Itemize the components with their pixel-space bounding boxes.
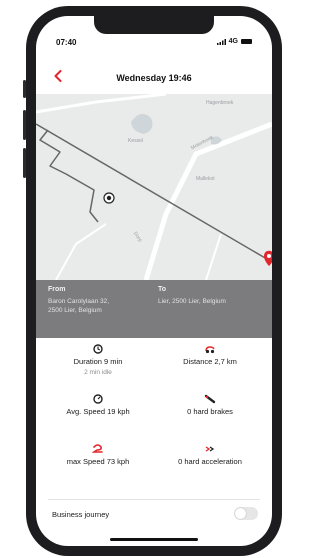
idle-value: 2 min idle bbox=[84, 369, 112, 376]
duration-value: Duration 9 min bbox=[73, 357, 123, 366]
stat-max-speed: max Speed 73 kph bbox=[42, 444, 154, 466]
stat-hard-brakes: 0 hard brakes bbox=[154, 394, 266, 416]
from-address-line2: 2500 Lier, Belgium bbox=[48, 307, 102, 314]
toggle-knob bbox=[235, 508, 246, 519]
phone-screen: 07:40 4G Wednesday 19:46 Hagenbroek Kess… bbox=[36, 16, 272, 546]
distance-value: Distance 2,7 km bbox=[183, 357, 237, 366]
map-canvas bbox=[36, 94, 272, 280]
status-time: 07:40 bbox=[56, 38, 77, 47]
status-bar: 07:40 4G bbox=[36, 16, 272, 47]
brake-icon bbox=[204, 394, 216, 404]
route-panel: From Baron Carolylaan 32, 2500 Lier, Bel… bbox=[36, 280, 272, 338]
divider bbox=[48, 499, 260, 500]
status-indicators: 4G bbox=[216, 38, 252, 45]
from-address-line1: Baron Carolylaan 32, bbox=[48, 298, 110, 305]
to-address: Lier, 2500 Lier, Belgium bbox=[158, 298, 226, 305]
hard-brakes-value: 0 hard brakes bbox=[187, 407, 233, 416]
stat-hard-acceleration: 0 hard acceleration bbox=[154, 444, 266, 466]
nav-bar: Wednesday 19:46 bbox=[36, 70, 272, 90]
trip-map[interactable]: Hagenbroek Kessel Molenhoek Mallekot Dor… bbox=[36, 94, 272, 280]
business-journey-toggle[interactable] bbox=[234, 507, 258, 520]
from-label: From bbox=[48, 286, 66, 293]
stat-distance: Distance 2,7 km bbox=[154, 344, 266, 366]
signal-icon bbox=[216, 38, 226, 45]
phone-frame: 07:40 4G Wednesday 19:46 Hagenbroek Kess… bbox=[26, 6, 282, 556]
speedometer-icon bbox=[93, 394, 103, 404]
home-indicator bbox=[110, 538, 198, 541]
clock-icon bbox=[93, 344, 103, 354]
hard-acceleration-value: 0 hard acceleration bbox=[178, 457, 242, 466]
start-marker bbox=[103, 192, 115, 204]
page-title: Wednesday 19:46 bbox=[116, 73, 192, 83]
max-speed-icon bbox=[92, 444, 103, 453]
map-label: Kessel bbox=[128, 138, 144, 144]
stat-avg-speed: Avg. Speed 19 kph bbox=[42, 394, 154, 416]
car-icon bbox=[205, 346, 215, 354]
acceleration-icon bbox=[205, 446, 215, 452]
to-label: To bbox=[158, 286, 167, 293]
map-pin-icon bbox=[264, 250, 272, 266]
max-speed-value: max Speed 73 kph bbox=[66, 457, 130, 466]
network-label: 4G bbox=[228, 38, 238, 45]
map-label: Mallekot bbox=[196, 176, 215, 182]
route-from: From Baron Carolylaan 32, 2500 Lier, Bel… bbox=[48, 286, 156, 315]
business-journey-label: Business journey bbox=[52, 510, 110, 519]
stat-duration: Duration 9 min 2 min idle bbox=[42, 344, 154, 376]
trip-stats: Duration 9 min 2 min idle Distance 2,7 k… bbox=[36, 338, 272, 498]
avg-speed-value: Avg. Speed 19 kph bbox=[66, 407, 130, 416]
business-journey-row: Business journey bbox=[36, 504, 272, 526]
map-label: Hagenbroek bbox=[206, 100, 234, 106]
battery-icon bbox=[241, 39, 252, 44]
route-to: To Lier, 2500 Lier, Belgium bbox=[158, 286, 266, 306]
